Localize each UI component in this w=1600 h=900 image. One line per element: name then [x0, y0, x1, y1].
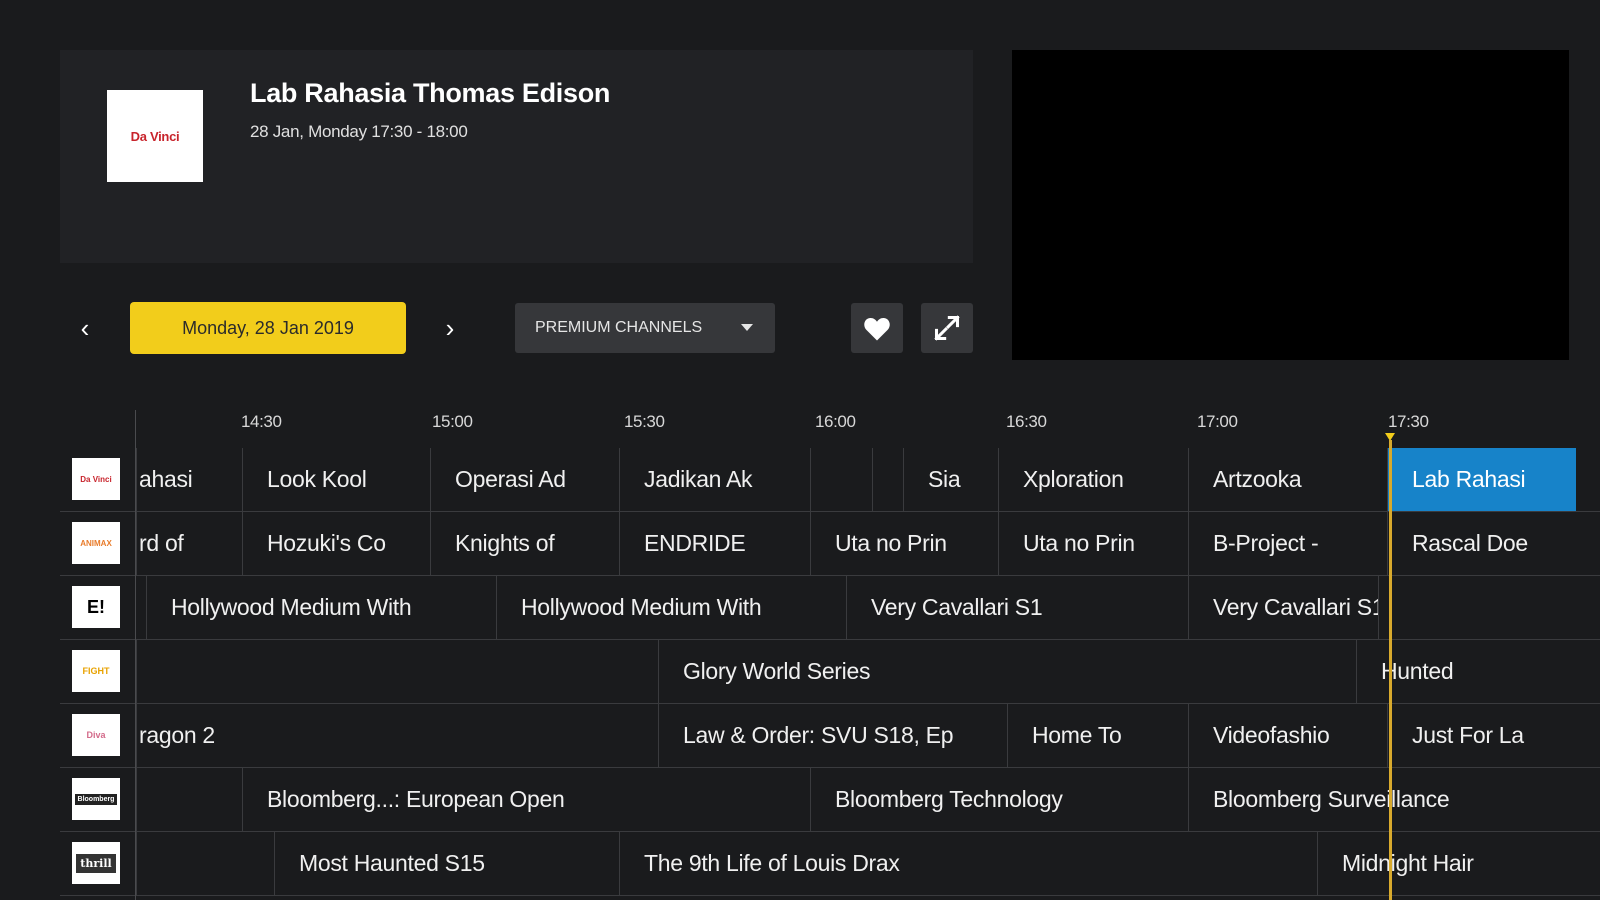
program-cell[interactable]: [136, 640, 658, 703]
program-cell[interactable]: Just For La: [1387, 704, 1576, 767]
channel-row: E! Hollywood Medium With Hollywood Mediu…: [60, 576, 1600, 640]
program-info-panel: Da Vinci Lab Rahasia Thomas Edison 28 Ja…: [60, 50, 973, 263]
channel-row-logo[interactable]: thrill: [72, 842, 120, 884]
favorite-button[interactable]: [851, 303, 903, 353]
channel-row-logo[interactable]: E!: [72, 586, 120, 628]
time-tick: 15:30: [624, 412, 665, 431]
program-cell[interactable]: Uta no Prin: [810, 512, 998, 575]
channel-row-logo-text: Bloomberg: [74, 793, 118, 805]
channel-row: Diva ragon 2 Law & Order: SVU S18, Ep Ho…: [60, 704, 1600, 768]
program-cell[interactable]: Sia: [903, 448, 998, 511]
fullscreen-button[interactable]: [921, 303, 973, 353]
channel-row-logo[interactable]: ANIMAX: [72, 522, 120, 564]
program-cell[interactable]: Glory World Series: [658, 640, 1356, 703]
channel-row-logo[interactable]: Diva: [72, 714, 120, 756]
program-cells: Hollywood Medium With Hollywood Medium W…: [136, 576, 1600, 640]
channel-row-logo[interactable]: Da Vinci: [72, 458, 120, 500]
time-tick: 15:00: [432, 412, 473, 431]
program-cell[interactable]: Videofashio: [1188, 704, 1387, 767]
channel-row-logo-text: E!: [87, 596, 105, 617]
program-cell[interactable]: Hozuki's Co: [242, 512, 430, 575]
current-time-line: [1389, 440, 1392, 900]
time-tick: 16:30: [1006, 412, 1047, 431]
channel-row: ANIMAX rd of Hozuki's Co Knights of ENDR…: [60, 512, 1600, 576]
channel-row: Da Vinci ahasi Look Kool Operasi Ad Jadi…: [60, 448, 1600, 512]
channel-logo-text: Da Vinci: [130, 128, 180, 144]
program-cell[interactable]: Hollywood Medium With: [146, 576, 496, 639]
channel-row-logo-text: FIGHT: [82, 666, 110, 676]
program-cell[interactable]: rd of: [136, 512, 242, 575]
program-cell[interactable]: Operasi Ad: [430, 448, 619, 511]
date-selector-button[interactable]: Monday, 28 Jan 2019: [130, 302, 406, 354]
program-cell-selected[interactable]: Lab Rahasi: [1387, 448, 1576, 511]
program-cell[interactable]: Bloomberg Technology: [810, 768, 1188, 831]
program-cells: ahasi Look Kool Operasi Ad Jadikan Ak Si…: [136, 448, 1600, 512]
channel-row: FIGHT Glory World Series Hunted: [60, 640, 1600, 704]
program-title: Lab Rahasia Thomas Edison: [250, 78, 611, 108]
program-time: 28 Jan, Monday 17:30 - 18:00: [250, 122, 468, 141]
program-cell[interactable]: Bloomberg...: European Open: [242, 768, 810, 831]
program-cell[interactable]: Bloomberg Surveillance: [1188, 768, 1576, 831]
program-cell[interactable]: The 9th Life of Louis Drax: [619, 832, 1317, 895]
program-cell[interactable]: [872, 448, 903, 511]
program-cells: ragon 2 Law & Order: SVU S18, Ep Home To…: [136, 704, 1600, 768]
video-player[interactable]: [1012, 50, 1569, 360]
program-cell[interactable]: Law & Order: SVU S18, Ep: [658, 704, 1007, 767]
channel-row: Bloomberg Bloomberg...: European Open Bl…: [60, 768, 1600, 832]
next-day-button[interactable]: ›: [435, 305, 465, 351]
channel-row-logo-text: thrill: [76, 853, 116, 873]
epg-grid: Da Vinci ahasi Look Kool Operasi Ad Jadi…: [60, 448, 1600, 900]
time-axis: 14:30 15:00 15:30 16:00 16:30 17:00 17:3…: [60, 400, 1600, 448]
program-cell[interactable]: Jadikan Ak: [619, 448, 810, 511]
channel-row-logo[interactable]: FIGHT: [72, 650, 120, 692]
program-cell[interactable]: Very Cavallari S1: [846, 576, 1188, 639]
program-cell[interactable]: Midnight Hair: [1317, 832, 1576, 895]
caret-down-icon: [741, 324, 753, 331]
time-tick: 17:30: [1388, 412, 1429, 431]
program-cells: Most Haunted S15 The 9th Life of Louis D…: [136, 832, 1600, 896]
channel-row: thrill Most Haunted S15 The 9th Life of …: [60, 832, 1600, 896]
program-cell[interactable]: Knights of: [430, 512, 619, 575]
program-cell[interactable]: Rascal Doe: [1387, 512, 1576, 575]
channel-row-logo-text: Da Vinci: [80, 474, 112, 484]
program-cell[interactable]: Most Haunted S15: [274, 832, 619, 895]
program-cell[interactable]: Xploration: [998, 448, 1188, 511]
time-tick: 16:00: [815, 412, 856, 431]
grid-start-line: [135, 410, 136, 900]
program-cell[interactable]: [136, 768, 242, 831]
previous-day-button[interactable]: ‹: [70, 305, 100, 351]
program-cell[interactable]: Uta no Prin: [998, 512, 1188, 575]
channel-row-logo[interactable]: Bloomberg: [72, 778, 120, 820]
program-cell[interactable]: Hollywood Medium With: [496, 576, 846, 639]
program-cell[interactable]: [136, 832, 274, 895]
channel-logo: Da Vinci: [107, 90, 203, 182]
program-cells: Glory World Series Hunted: [136, 640, 1600, 704]
program-cell[interactable]: [810, 448, 872, 511]
program-cell[interactable]: Artzooka: [1188, 448, 1387, 511]
heart-icon: [864, 317, 890, 341]
program-cells: rd of Hozuki's Co Knights of ENDRIDE Uta…: [136, 512, 1600, 576]
program-cell[interactable]: ENDRIDE: [619, 512, 810, 575]
channel-category-dropdown[interactable]: PREMIUM CHANNELS: [515, 303, 775, 353]
program-cell[interactable]: [1378, 576, 1576, 639]
program-cell[interactable]: Very Cavallari S1: [1188, 576, 1378, 639]
channel-row-logo-text: Diva: [86, 730, 106, 740]
time-tick: 17:00: [1197, 412, 1238, 431]
time-tick: 14:30: [241, 412, 282, 431]
channel-category-label: PREMIUM CHANNELS: [535, 319, 703, 336]
program-cell[interactable]: Look Kool: [242, 448, 430, 511]
program-cells: Bloomberg...: European Open Bloomberg Te…: [136, 768, 1600, 832]
channel-row-logo-text: ANIMAX: [80, 538, 112, 548]
expand-icon: [934, 315, 960, 341]
program-cell[interactable]: B-Project -: [1188, 512, 1387, 575]
program-cell[interactable]: Home To: [1007, 704, 1188, 767]
program-cell[interactable]: ragon 2: [136, 704, 658, 767]
program-cell[interactable]: ahasi: [136, 448, 242, 511]
